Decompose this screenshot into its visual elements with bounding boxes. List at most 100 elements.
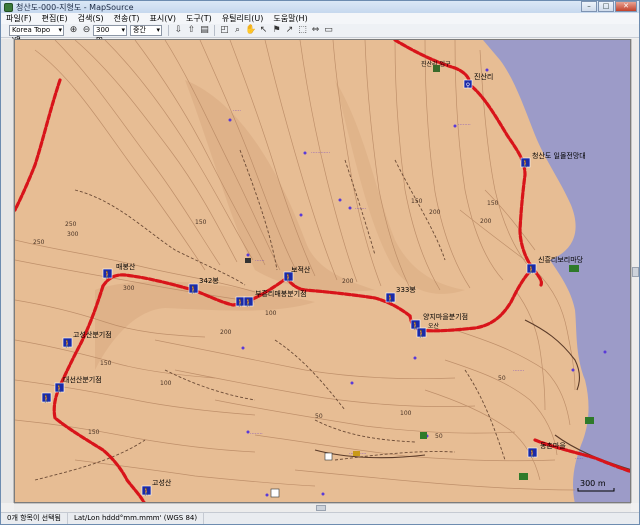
waypoint-daeseon-junction[interactable]: 🚶 🚶 대선산분기점 <box>41 375 102 403</box>
menu-transfer[interactable]: 전송(T) <box>109 13 145 24</box>
selection-tool-icon[interactable]: ↖ <box>258 25 269 36</box>
waypoint-label: 매봉산 <box>116 262 136 271</box>
menu-file[interactable]: 파일(F) <box>1 13 37 24</box>
toolbar: Korea Topo v9 ⊕ ⊖ 300 m 중간 ⇩ ⇧ ▤ ◰ ⌕ ✋ ↖… <box>1 24 639 43</box>
svg-text:🚶: 🚶 <box>521 159 530 168</box>
map-product-select[interactable]: Korea Topo v9 <box>9 25 64 43</box>
route-tool-icon[interactable]: ↗ <box>284 25 295 36</box>
map-sets-icon[interactable]: ▤ <box>199 25 210 36</box>
measure-tool-icon[interactable]: ⇔ <box>310 25 321 36</box>
elevation-label: 150 <box>487 200 499 207</box>
svg-text:🚶: 🚶 <box>189 285 198 294</box>
svg-text:🚶: 🚶 <box>42 394 51 403</box>
menu-bar: 파일(F) 편집(E) 검색(S) 전송(T) 표시(V) 도구(T) 유틸리티… <box>1 13 639 24</box>
menu-edit[interactable]: 편집(E) <box>37 13 73 24</box>
track-tool-icon[interactable]: ⬚ <box>297 25 308 36</box>
elevation-label: 100 <box>160 380 172 387</box>
hand-tool-icon[interactable]: ✋ <box>245 25 256 36</box>
menu-help[interactable]: 도움말(H) <box>268 13 312 24</box>
map-scale: 300 m <box>576 479 616 494</box>
receive-from-device-icon[interactable]: ⇩ <box>173 25 184 36</box>
elevation-label: 150 <box>100 360 112 367</box>
ridge-shade <box>335 80 465 294</box>
window-controls: – □ ✕ <box>580 1 637 13</box>
status-bar: 0개 항목이 선택됨 Lat/Lon hddd°mm.mmm' (WGS 84) <box>1 512 639 524</box>
elevation-label: 250 <box>33 239 45 246</box>
waypoint-label: 대선산분기점 <box>63 375 102 384</box>
svg-text:🚶: 🚶 <box>142 487 151 496</box>
ruler-icon[interactable]: ▭ <box>323 25 334 36</box>
svg-text:🚶: 🚶 <box>103 270 112 279</box>
zoom-tool-icon[interactable]: ⌕ <box>232 25 243 36</box>
waypoint-label: 342봉 <box>199 277 219 285</box>
zoom-in-icon[interactable]: ⊕ <box>68 25 79 36</box>
maximize-button[interactable]: □ <box>598 1 614 12</box>
horizontal-scroll-thumb[interactable] <box>316 505 326 511</box>
waypoint-333[interactable]: 🚶 333봉 <box>385 286 416 303</box>
toolbar-separator <box>214 25 215 36</box>
waypoint-jinsanri[interactable]: ⚲ 진산리 <box>463 72 493 89</box>
map-tool-icon[interactable]: ◰ <box>219 25 230 36</box>
svg-text:·····: ····· <box>233 108 241 114</box>
detail-select[interactable]: 중간 <box>130 25 162 36</box>
svg-text:🚶: 🚶 <box>55 384 64 393</box>
waypoint-label: 보적산 <box>291 265 311 274</box>
svg-text:⚲: ⚲ <box>466 82 470 89</box>
zoom-scale-select[interactable]: 300 m <box>93 25 127 43</box>
elevation-label: 50 <box>435 433 443 440</box>
elevation-label: 150 <box>195 219 207 226</box>
svg-text:🚶: 🚶 <box>528 449 537 458</box>
svg-text:·······: ······· <box>355 206 367 212</box>
vertical-scroll-thumb[interactable] <box>632 267 639 277</box>
waypoint-tool-icon[interactable]: ⚑ <box>271 25 282 36</box>
mapsource-window: 청산도-000-지형도 - MapSource – □ ✕ 파일(F) 편집(E… <box>0 0 640 525</box>
waypoint-goseongsan[interactable]: 🚶 고성산 <box>141 478 172 496</box>
svg-text:🚶: 🚶 <box>284 273 293 282</box>
send-to-device-icon[interactable]: ⇧ <box>186 25 197 36</box>
waypoint-label: 청산도 일몰전망대 <box>532 151 586 160</box>
zoom-out-icon[interactable]: ⊖ <box>81 25 92 36</box>
svg-text:············: ············ <box>311 150 330 156</box>
elevation-label: 200 <box>220 329 232 336</box>
menu-view[interactable]: 표시(V) <box>145 13 181 24</box>
elevation-label: 50 <box>498 375 506 382</box>
selection-status: 0개 항목이 선택됨 <box>1 513 68 524</box>
elevation-label: 200 <box>480 218 492 225</box>
waypoint-label: 고성산 <box>152 478 172 487</box>
elevation-label: 300 <box>67 231 79 238</box>
svg-text:········: ········ <box>250 431 263 437</box>
scale-label: 300 m <box>580 479 606 488</box>
waypoint-label: 신흥리보리마당 <box>538 255 584 264</box>
horizontal-scrollbar[interactable] <box>14 503 631 512</box>
map-view[interactable]: ····· ············ ······· ········ ······… <box>14 39 631 503</box>
sea-area <box>483 40 630 502</box>
waypoint-label: 333봉 <box>396 286 416 294</box>
svg-text:········: ········ <box>458 122 471 128</box>
waypoint-label: 고성산분기점 <box>73 330 112 339</box>
toolbar-separator <box>168 25 169 36</box>
topo-map[interactable]: ················· ··············· ······… <box>15 40 631 503</box>
elevation-label: 200 <box>429 209 441 216</box>
svg-text:🚶: 🚶 <box>386 294 395 303</box>
waypoint-yangji-junction[interactable]: 🚶 🚶 양지마을분기점 오산 <box>410 312 468 338</box>
svg-text:🚶: 🚶 <box>244 298 253 307</box>
coordinate-format: Lat/Lon hddd°mm.mmm' (WGS 84) <box>68 513 205 524</box>
minimize-button[interactable]: – <box>581 1 597 12</box>
svg-text:🚶: 🚶 <box>527 265 536 274</box>
elevation-label: 150 <box>411 198 423 205</box>
map-left-strip <box>1 39 14 503</box>
menu-search[interactable]: 검색(S) <box>73 13 109 24</box>
waypoint-label: 오산 <box>428 322 440 330</box>
elevation-label: 100 <box>265 310 277 317</box>
close-button[interactable]: ✕ <box>615 1 637 12</box>
elevation-label: 200 <box>342 278 354 285</box>
elevation-label: 300 <box>123 285 135 292</box>
svg-text:······: ······ <box>255 258 265 264</box>
vertical-scrollbar[interactable] <box>631 39 639 503</box>
title-bar[interactable]: 청산도-000-지형도 - MapSource – □ ✕ <box>1 1 639 13</box>
svg-text:🚶: 🚶 <box>63 339 72 348</box>
menu-tools[interactable]: 도구(T) <box>181 13 217 24</box>
svg-text:🚶: 🚶 <box>417 329 426 338</box>
menu-utilities[interactable]: 유틸리티(U) <box>217 13 269 24</box>
elevation-label: 100 <box>400 410 412 417</box>
